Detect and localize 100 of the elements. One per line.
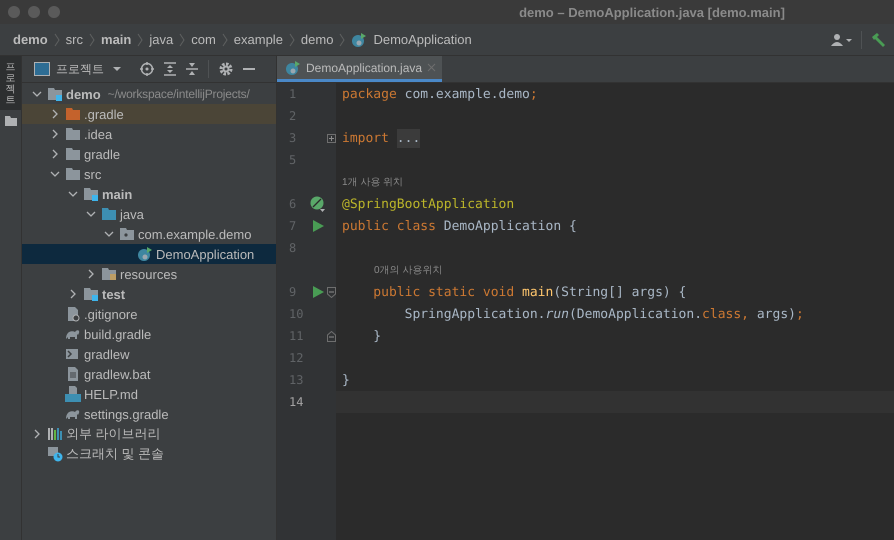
chevron-icon[interactable] [50, 169, 60, 179]
breadcrumb-item[interactable]: DemoApplication [373, 32, 472, 47]
spring-bean-icon[interactable] [310, 196, 326, 212]
tree-item[interactable]: DemoApplication [22, 244, 276, 264]
tree-item[interactable]: gradlew [22, 344, 276, 364]
tree-item-label: build.gradle [84, 326, 152, 342]
tree-item[interactable]: demo ~/workspace/intellijProjects/ [22, 84, 276, 104]
fold-expand-icon[interactable] [327, 134, 336, 142]
tree-item[interactable]: 외부 라이브러리 [22, 424, 276, 444]
breadcrumb-item[interactable]: com [191, 32, 216, 47]
caret-icon[interactable] [112, 66, 122, 72]
editor-tab[interactable]: DemoApplication.java [277, 56, 442, 82]
chevron-icon[interactable] [86, 209, 96, 219]
chevron-icon[interactable] [68, 289, 78, 299]
tree-item-label: main [102, 186, 132, 202]
folder-icon [4, 116, 16, 126]
tree-item-label: HELP.md [84, 386, 138, 402]
breadcrumb-item[interactable]: java [149, 32, 174, 47]
tree-item-label: src [84, 166, 102, 182]
markdown-icon [65, 386, 81, 402]
breadcrumb-separator-icon [137, 32, 144, 46]
tree-item[interactable]: com.example.demo [22, 224, 276, 244]
file-ignore-icon [65, 306, 81, 322]
breadcrumb-separator-icon [89, 32, 96, 46]
breadcrumb-item[interactable]: demo [13, 32, 48, 47]
expand-all-icon[interactable] [164, 62, 176, 76]
folder-module-icon [83, 186, 99, 202]
tree-item[interactable]: .gradle [22, 104, 276, 124]
shell-icon [65, 346, 81, 362]
collapse-all-icon[interactable] [186, 62, 198, 76]
tree-item[interactable]: java [22, 204, 276, 224]
window-title: demo – DemoApplication.java [demo.main] [518, 4, 786, 20]
chevron-icon[interactable] [50, 109, 60, 119]
folder-resources-icon [101, 266, 117, 282]
code-line: package com.example.demo; [342, 86, 538, 102]
usage-hint[interactable]: 1개 사용 위치 [342, 175, 404, 189]
breadcrumb-separator-icon [339, 32, 346, 46]
settings-icon[interactable] [219, 62, 233, 76]
minimize-panel-icon[interactable] [243, 67, 255, 71]
tree-item[interactable]: resources [22, 264, 276, 284]
locate-icon[interactable] [140, 62, 154, 76]
tree-item-label: 스크래치 및 콘솔 [66, 445, 164, 463]
tree-item-label: gradlew.bat [84, 366, 150, 382]
tree-item-label: com.example.demo [138, 226, 252, 242]
tree-item-label: gradle [84, 146, 120, 162]
tree-item[interactable]: src [22, 164, 276, 184]
chevron-icon[interactable] [32, 89, 42, 99]
tree-item-label: demo [66, 86, 101, 102]
project-tool-tab[interactable]: 프로젝트 [0, 56, 21, 110]
tree-item-label: .gitignore [84, 306, 138, 322]
tree-item[interactable]: HELP.md [22, 384, 276, 404]
hammer-icon[interactable] [870, 32, 886, 48]
folder-module-icon [83, 286, 99, 302]
fold-icon[interactable] [327, 286, 336, 298]
usage-hint[interactable]: 0개의 사용위치 [374, 263, 442, 277]
chevron-icon[interactable] [50, 129, 60, 139]
tree-item-label: .gradle [84, 106, 124, 122]
tree-item-label: .idea [84, 126, 112, 142]
folder-icon [65, 146, 81, 162]
project-path: ~/workspace/intellijProjects/ [108, 87, 250, 101]
run-icon[interactable] [312, 286, 324, 298]
user-icon[interactable] [831, 32, 853, 46]
tree-item-label: gradlew [84, 346, 130, 362]
code-line: SpringApplication.run(DemoApplication.class, args); [404, 306, 804, 322]
tree-item[interactable]: main [22, 184, 276, 204]
chevron-icon[interactable] [68, 189, 78, 199]
view-selector[interactable]: 프로젝트 [56, 60, 104, 78]
code-line: } [372, 328, 382, 344]
tree-item[interactable]: .gitignore [22, 304, 276, 324]
folder-module-icon [47, 86, 63, 102]
tree-item-label: 외부 라이브러리 [66, 425, 161, 443]
folder-icon [65, 126, 81, 142]
breadcrumb-separator-icon [179, 32, 186, 46]
tree-item[interactable]: gradle [22, 144, 276, 164]
fold-end-icon[interactable] [327, 330, 336, 342]
chevron-icon[interactable] [50, 149, 60, 159]
tree-item[interactable]: 스크래치 및 콘솔 [22, 444, 276, 464]
code-line: public class DemoApplication { [342, 218, 577, 234]
breadcrumb-item[interactable]: main [101, 32, 132, 47]
chevron-icon[interactable] [104, 229, 114, 239]
tree-item[interactable]: build.gradle [22, 324, 276, 344]
chevron-icon[interactable] [86, 269, 96, 279]
tree-item-label: DemoApplication [156, 246, 254, 262]
tree-item[interactable]: test [22, 284, 276, 304]
tree-item[interactable]: settings.gradle [22, 404, 276, 424]
tree-item-label: resources [120, 266, 178, 282]
folder-source-icon [101, 206, 117, 222]
text-file-icon [65, 366, 81, 382]
breadcrumb-item[interactable]: example [234, 32, 283, 47]
tree-item[interactable]: .idea [22, 124, 276, 144]
code-line: public static void main(String[] args) { [372, 284, 686, 300]
tree-item[interactable]: gradlew.bat [22, 364, 276, 384]
tree-item-label: java [120, 206, 144, 222]
library-icon [47, 426, 63, 442]
breadcrumb-item[interactable]: demo [300, 32, 334, 47]
chevron-icon[interactable] [32, 429, 42, 439]
tree-item-label: settings.gradle [84, 406, 169, 422]
folder-excluded-icon [65, 106, 81, 122]
run-icon[interactable] [312, 220, 324, 232]
breadcrumb-item[interactable]: src [66, 32, 84, 47]
